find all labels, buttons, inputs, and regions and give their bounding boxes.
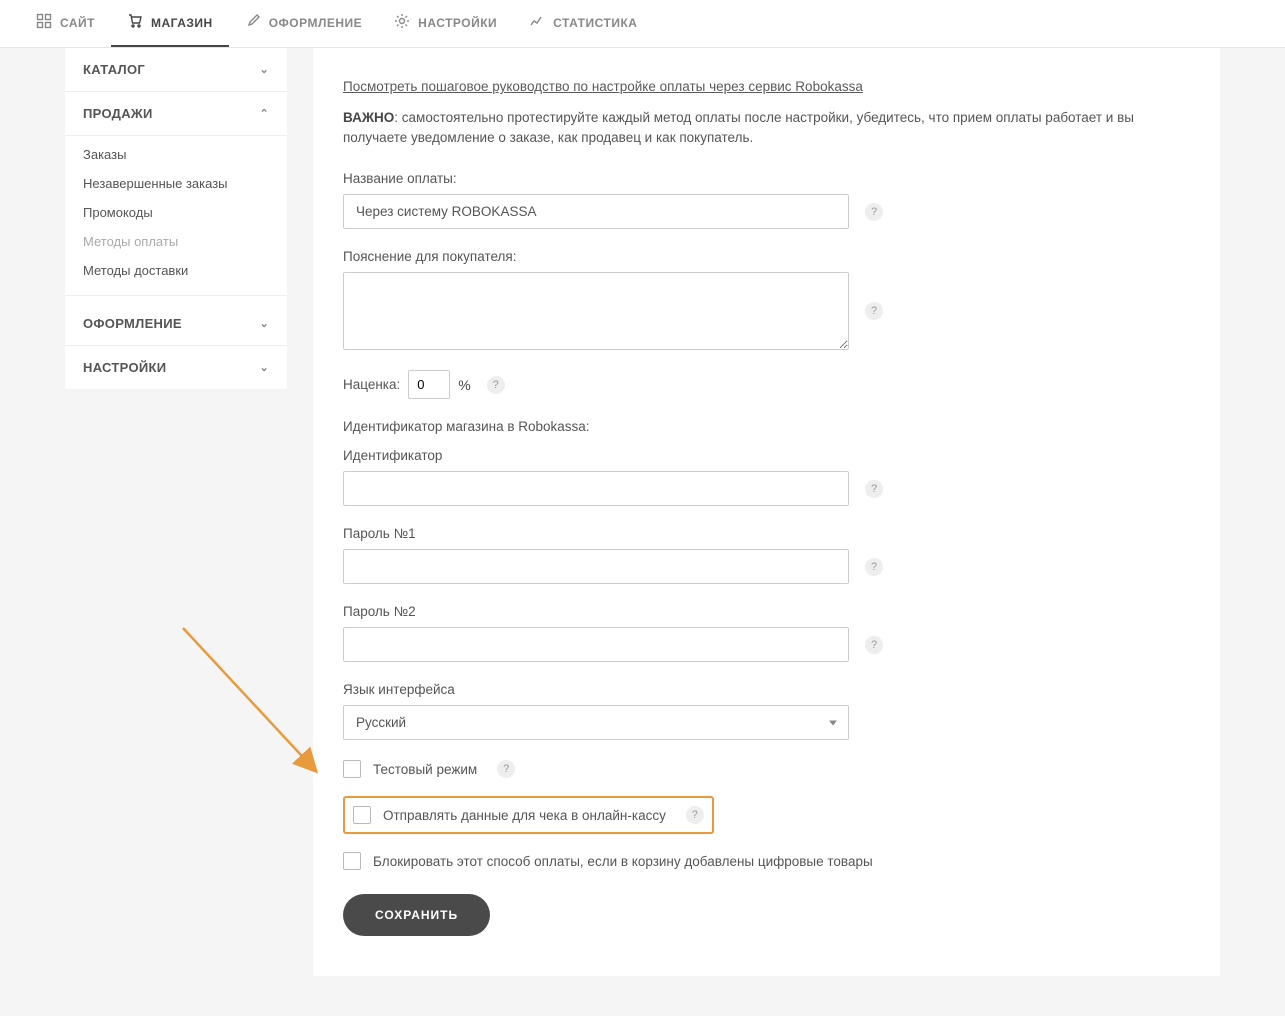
store-id-heading: Идентификатор магазина в Robokassa:	[343, 419, 1190, 434]
top-nav: САЙТ МАГАЗИН ОФОРМЛЕНИЕ НАСТРОЙКИ СТАТИС…	[0, 0, 1285, 48]
sidebar-item-abandoned[interactable]: Незавершенные заказы	[65, 169, 287, 198]
password2-input[interactable]	[343, 627, 849, 662]
chevron-up-icon: ⌃	[259, 107, 269, 120]
nav-label: НАСТРОЙКИ	[418, 16, 497, 30]
sidebar-section-settings[interactable]: НАСТРОЙКИ ⌄	[65, 346, 287, 389]
annotation-arrow-icon	[173, 618, 333, 798]
brush-icon	[245, 13, 261, 32]
nav-label: СТАТИСТИКА	[553, 16, 637, 30]
help-link[interactable]: Посмотреть пошаговое руководство по наст…	[343, 79, 863, 94]
sidebar-section-design[interactable]: ОФОРМЛЕНИЕ ⌄	[65, 302, 287, 346]
grid-icon	[36, 13, 52, 32]
chevron-down-icon: ⌄	[259, 317, 269, 330]
section-label: ОФОРМЛЕНИЕ	[83, 316, 182, 331]
nav-label: САЙТ	[60, 16, 95, 30]
nav-stats[interactable]: СТАТИСТИКА	[513, 0, 653, 47]
chevron-down-icon: ⌄	[259, 63, 269, 76]
identifier-input[interactable]	[343, 471, 849, 506]
payment-name-input[interactable]	[343, 194, 849, 229]
language-select[interactable]: Русский	[343, 705, 849, 740]
important-notice: ВАЖНО: самостоятельно протестируйте кажд…	[343, 108, 1190, 147]
sidebar-item-promo[interactable]: Промокоды	[65, 198, 287, 227]
section-label: КАТАЛОГ	[83, 62, 145, 77]
description-input[interactable]	[343, 272, 849, 350]
test-mode-checkbox[interactable]	[343, 760, 361, 778]
sidebar-item-shipping-methods[interactable]: Методы доставки	[65, 256, 287, 285]
help-icon[interactable]: ?	[865, 636, 883, 654]
chart-icon	[529, 13, 545, 32]
chevron-down-icon: ⌄	[259, 361, 269, 374]
payment-name-label: Название оплаты:	[343, 171, 1190, 186]
important-text: : самостоятельно протестируйте каждый ме…	[343, 110, 1134, 145]
highlighted-option: Отправлять данные для чека в онлайн-касс…	[343, 796, 714, 834]
test-mode-label[interactable]: Тестовый режим	[373, 762, 477, 777]
password1-input[interactable]	[343, 549, 849, 584]
help-icon[interactable]: ?	[865, 203, 883, 221]
help-icon[interactable]: ?	[865, 480, 883, 498]
nav-shop[interactable]: МАГАЗИН	[111, 0, 229, 47]
block-digital-checkbox[interactable]	[343, 852, 361, 870]
divider	[65, 295, 287, 296]
password2-label: Пароль №2	[343, 604, 1190, 619]
block-digital-label[interactable]: Блокировать этот способ оплаты, если в к…	[373, 854, 873, 869]
sidebar-item-orders[interactable]: Заказы	[65, 140, 287, 169]
help-icon[interactable]: ?	[865, 558, 883, 576]
help-icon[interactable]: ?	[487, 376, 505, 394]
important-bold: ВАЖНО	[343, 110, 394, 125]
percent-sign: %	[458, 377, 470, 393]
sidebar: КАТАЛОГ ⌄ ПРОДАЖИ ⌃ Заказы Незавершенные…	[65, 48, 287, 389]
description-label: Пояснение для покупателя:	[343, 249, 1190, 264]
help-icon[interactable]: ?	[865, 302, 883, 320]
sidebar-section-catalog[interactable]: КАТАЛОГ ⌄	[65, 48, 287, 92]
section-label: ПРОДАЖИ	[83, 106, 153, 121]
send-check-label[interactable]: Отправлять данные для чека в онлайн-касс…	[383, 808, 666, 823]
identifier-label: Идентификатор	[343, 448, 1190, 463]
section-label: НАСТРОЙКИ	[83, 360, 166, 375]
nav-site[interactable]: САЙТ	[20, 0, 111, 47]
help-icon[interactable]: ?	[497, 760, 515, 778]
nav-design[interactable]: ОФОРМЛЕНИЕ	[229, 0, 378, 47]
language-label: Язык интерфейса	[343, 682, 1190, 697]
save-button[interactable]: СОХРАНИТЬ	[343, 894, 490, 936]
cart-icon	[127, 13, 143, 32]
nav-settings[interactable]: НАСТРОЙКИ	[378, 0, 513, 47]
sidebar-section-sales[interactable]: ПРОДАЖИ ⌃	[65, 92, 287, 136]
markup-input[interactable]	[408, 370, 450, 399]
nav-label: МАГАЗИН	[151, 16, 213, 30]
send-check-checkbox[interactable]	[353, 806, 371, 824]
main-panel: Посмотреть пошаговое руководство по наст…	[313, 48, 1220, 976]
help-icon[interactable]: ?	[686, 806, 704, 824]
password1-label: Пароль №1	[343, 526, 1190, 541]
sidebar-item-payment-methods[interactable]: Методы оплаты	[65, 227, 287, 256]
markup-label: Наценка:	[343, 377, 400, 392]
nav-label: ОФОРМЛЕНИЕ	[269, 16, 362, 30]
sidebar-subitems: Заказы Незавершенные заказы Промокоды Ме…	[65, 136, 287, 289]
gear-icon	[394, 13, 410, 32]
